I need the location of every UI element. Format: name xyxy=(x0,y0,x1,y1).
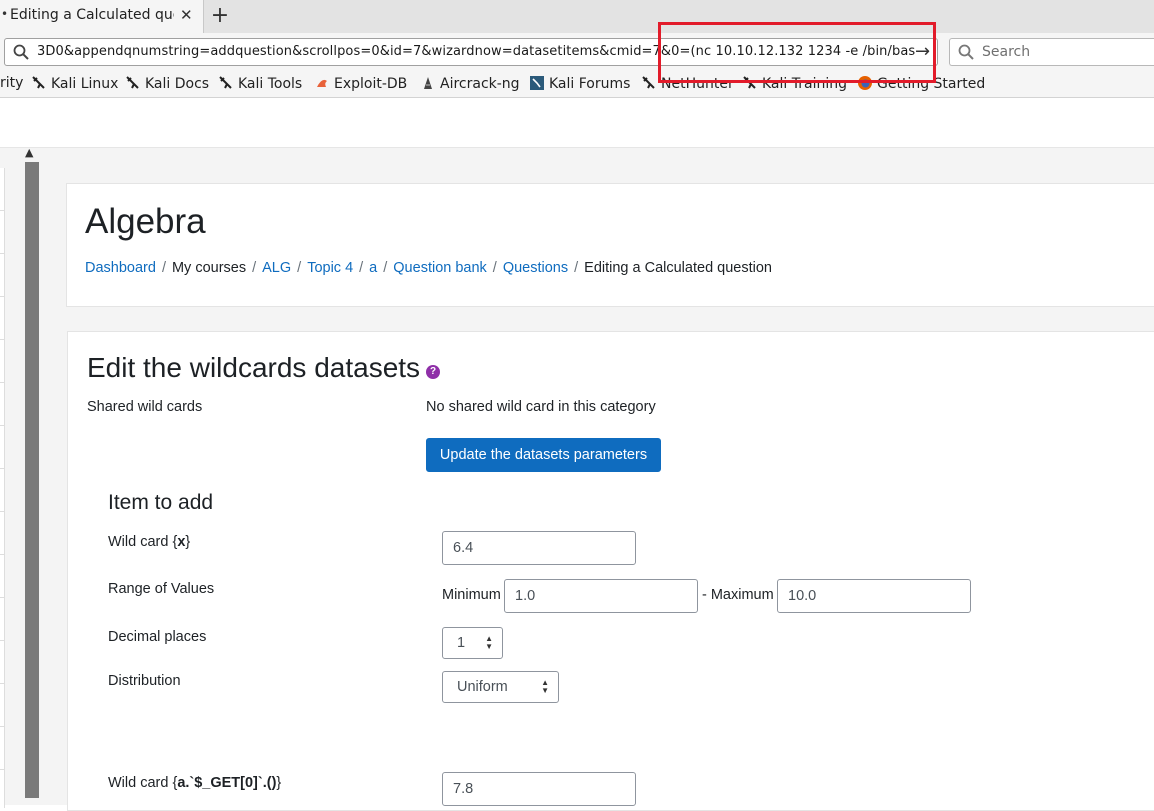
update-datasets-button[interactable]: Update the datasets parameters xyxy=(426,438,661,472)
breadcrumb-current: Editing a Calculated question xyxy=(584,260,772,276)
bookmark-label: Exploit-DB xyxy=(334,76,408,92)
bookmark-kali-forums[interactable]: Kali Forums xyxy=(529,75,630,92)
wildcard-x-label: Wild card {x} xyxy=(108,534,190,550)
shared-wildcards-value: No shared wild card in this category xyxy=(426,399,656,415)
bookmark-aircrack-ng[interactable]: Aircrack-ng xyxy=(420,75,520,92)
bookmark-label: Kali Docs xyxy=(145,76,210,92)
breadcrumb-separator: / xyxy=(359,260,364,276)
kali-dragon-icon xyxy=(125,75,141,91)
site-navbar xyxy=(0,98,1154,148)
tab-title: Editing a Calculated ques xyxy=(10,7,174,23)
bookmark-label: Aircrack-ng xyxy=(440,76,520,92)
decimal-places-label: Decimal places xyxy=(108,629,207,645)
navigation-toolbar: 3D0&appendqnumstring=addquestion&scrollp… xyxy=(0,33,1154,70)
breadcrumb-question-bank[interactable]: Question bank xyxy=(393,260,487,276)
tab-editing-calculated-question[interactable]: • Editing a Calculated ques ✕ xyxy=(0,0,204,33)
breadcrumb-dashboard[interactable]: Dashboard xyxy=(85,260,156,276)
breadcrumb-my-courses: My courses xyxy=(171,260,247,276)
maximum-input[interactable] xyxy=(777,579,971,613)
shared-wildcards-label: Shared wild cards xyxy=(87,399,203,415)
minimum-input[interactable] xyxy=(504,579,698,613)
distribution-value: Uniform xyxy=(457,679,508,695)
select-arrows-icon: ▲ ▼ xyxy=(485,634,493,651)
aircrack-icon xyxy=(420,75,436,91)
minimum-label: Minimum xyxy=(442,587,501,603)
new-tab-button[interactable]: + xyxy=(208,3,232,29)
page-title: Algebra xyxy=(85,202,206,241)
kali-dragon-icon xyxy=(641,75,657,91)
tab-strip: • Editing a Calculated ques ✕ + xyxy=(0,0,1154,33)
bookmark-kali-linux[interactable]: Kali Linux xyxy=(31,75,118,92)
breadcrumb-questions[interactable]: Questions xyxy=(503,260,568,276)
exploit-db-icon xyxy=(314,75,330,91)
bookmark-label: rity xyxy=(0,75,24,91)
highlight-box xyxy=(658,22,936,83)
kali-dragon-icon xyxy=(218,75,234,91)
help-icon[interactable]: ? xyxy=(426,365,441,379)
dataset-form: Edit the wildcards datasets? Shared wild… xyxy=(67,331,1154,811)
maximum-label: - Maximum xyxy=(702,587,774,603)
search-input[interactable] xyxy=(982,42,1147,62)
bookmark-kali-tools[interactable]: Kali Tools xyxy=(218,75,302,92)
form-heading: Edit the wildcards datasets? xyxy=(87,352,441,384)
distribution-select[interactable]: Uniform ▲ ▼ xyxy=(442,671,559,703)
distribution-label: Distribution xyxy=(108,673,181,689)
range-of-values-label: Range of Values xyxy=(108,581,215,597)
breadcrumb-separator: / xyxy=(297,260,302,276)
breadcrumb-separator: / xyxy=(252,260,257,276)
breadcrumb-separator: / xyxy=(492,260,497,276)
breadcrumb-alg[interactable]: ALG xyxy=(262,260,291,276)
breadcrumb-separator: / xyxy=(383,260,388,276)
tab-dot: • xyxy=(1,7,9,21)
bookmark-label: Kali Linux xyxy=(51,76,119,92)
wildcard-x-input[interactable] xyxy=(442,531,636,565)
wildcard-suffix: } xyxy=(185,534,191,550)
kali-forums-icon xyxy=(529,75,545,91)
wildcard-a-input[interactable] xyxy=(442,772,636,806)
decimal-places-value: 1 xyxy=(457,635,466,651)
bookmark-exploit-db[interactable]: Exploit-DB xyxy=(314,75,407,92)
page-header: Algebra Dashboard / My courses / ALG / Topic 4… xyxy=(66,183,1154,307)
bookmark-label: Kali Tools xyxy=(238,76,303,92)
search-icon xyxy=(13,44,29,64)
wildcard-suffix: } xyxy=(276,775,282,791)
bookmark-security[interactable]: rity xyxy=(0,75,23,91)
search-bar[interactable] xyxy=(949,38,1154,66)
form-heading-text: Edit the wildcards datasets xyxy=(87,352,421,383)
scroll-up-icon[interactable]: ▲ xyxy=(25,146,33,159)
drawer-scrollbar-thumb[interactable] xyxy=(25,162,39,798)
item-to-add-heading: Item to add xyxy=(108,491,214,514)
select-arrows-icon: ▲ ▼ xyxy=(541,678,549,695)
search-icon xyxy=(958,44,974,64)
tab-close-icon[interactable]: ✕ xyxy=(180,6,193,24)
decimal-places-select[interactable]: 1 ▲ ▼ xyxy=(442,627,503,659)
breadcrumb-separator: / xyxy=(574,260,579,276)
bookmark-kali-docs[interactable]: Kali Docs xyxy=(125,75,209,92)
wildcard-a-label: Wild card {a.`$_GET[0]`.()} xyxy=(108,775,281,791)
bookmark-label: Kali Forums xyxy=(549,76,631,92)
wildcard-prefix: Wild card { xyxy=(108,534,178,550)
bookmarks-toolbar: rity Kali Linux Kali Docs Kali Tools Exp… xyxy=(0,70,1154,98)
drawer-edge xyxy=(0,168,5,808)
breadcrumb-topic-4[interactable]: Topic 4 xyxy=(307,260,353,276)
breadcrumb-a[interactable]: a xyxy=(369,260,377,276)
kali-dragon-icon xyxy=(31,75,47,91)
breadcrumb: Dashboard / My courses / ALG / Topic 4 / a / Quest… xyxy=(85,260,772,276)
breadcrumb-separator: / xyxy=(161,260,166,276)
wildcard-a-name: a.`$_GET[0]`.() xyxy=(177,775,277,791)
wildcard-prefix: Wild card { xyxy=(108,775,178,791)
